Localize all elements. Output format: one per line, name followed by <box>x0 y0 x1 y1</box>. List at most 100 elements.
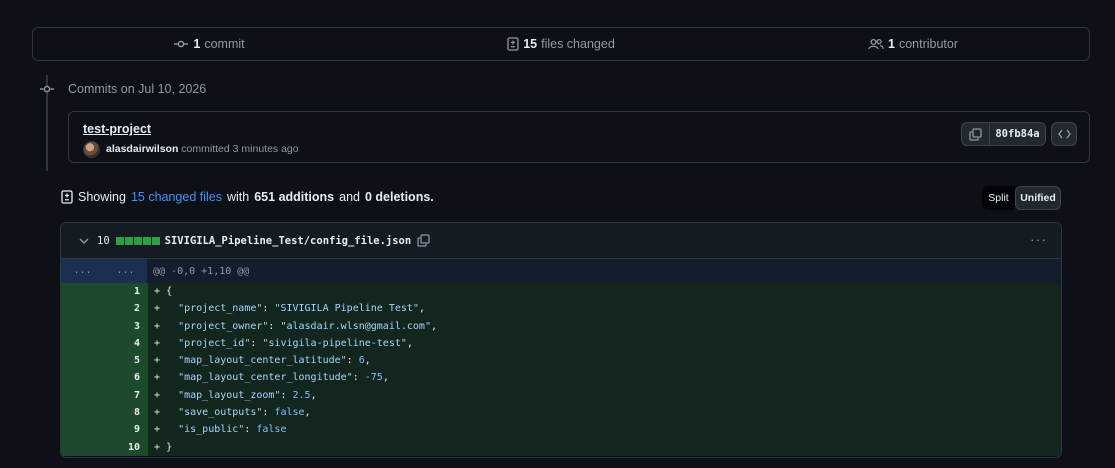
json-value: false <box>274 407 305 419</box>
expand-hunk-new[interactable]: ... <box>104 259 147 283</box>
code-line: + "project_id": "sivigila-pipeline-test"… <box>148 335 413 352</box>
deletions-count: 0 deletions. <box>364 190 434 204</box>
copy-sha-button[interactable] <box>961 122 989 146</box>
addition-marker: + <box>154 424 161 436</box>
compare-summary-bar: 1 commit 15 files changed 1 contributor <box>32 27 1090 61</box>
old-line-number <box>61 386 104 405</box>
json-separator: : <box>268 320 281 332</box>
new-line-number[interactable]: 2 <box>104 300 148 318</box>
json-value: "alasdair.wlsn@gmail.com" <box>280 320 431 332</box>
json-key: "project_id" <box>178 337 251 349</box>
hunk-header-row: ... ... @@ -0,0 +1,10 @@ <box>61 259 1061 283</box>
json-separator: : <box>262 303 275 315</box>
json-key: "is_public" <box>178 424 245 436</box>
new-line-number[interactable]: 5 <box>104 352 148 370</box>
expand-hunk-old[interactable]: ... <box>61 259 104 283</box>
commit-time-text: committed 3 minutes ago <box>181 143 299 155</box>
json-key: "map_layout_zoom" <box>178 389 281 401</box>
json-value: "SIVIGILA Pipeline Test" <box>274 303 419 315</box>
json-separator: : <box>244 424 257 436</box>
old-line-number <box>61 369 104 387</box>
and-text: and <box>339 190 360 204</box>
kebab-menu-icon[interactable]: ··· <box>1030 231 1047 247</box>
browse-code-button[interactable] <box>1051 122 1077 146</box>
addition-marker: + <box>154 320 161 332</box>
new-line-number[interactable]: 1 <box>104 283 148 301</box>
old-line-number <box>61 317 104 335</box>
new-line-number[interactable]: 8 <box>104 404 148 422</box>
new-line-number[interactable]: 4 <box>104 334 148 353</box>
json-tail: , <box>418 303 425 315</box>
copy-icon[interactable] <box>417 234 430 247</box>
additions-count: 651 additions <box>254 190 335 204</box>
addition-marker: + <box>154 372 161 384</box>
file-diff-header: 10 SIVIGILA_Pipeline_Test/config_file.js… <box>61 223 1061 259</box>
new-line-number[interactable]: 3 <box>104 317 148 335</box>
addition-marker: + <box>154 337 161 349</box>
file-changes-count: 10 <box>97 234 110 247</box>
changed-files-link[interactable]: 15 changed files <box>131 190 222 204</box>
diff-line: 7 + "map_layout_zoom": 2.5, <box>61 386 1061 405</box>
diff-line: 1 + { <box>61 283 1061 301</box>
files-changed-summary[interactable]: 15 files changed <box>385 37 737 51</box>
json-key: "save_outputs" <box>178 407 263 419</box>
commit-sha-button[interactable]: 80fb84a <box>989 122 1046 146</box>
commits-count: 1 <box>193 37 201 51</box>
diff-stats-summary: Showing 15 changed files with 651 additi… <box>61 190 434 204</box>
contributors-count: 1 <box>887 37 895 51</box>
new-line-number[interactable]: 9 <box>104 421 148 439</box>
code-line: + "project_owner": "alasdair.wlsn@gmail.… <box>148 318 437 335</box>
json-value: false <box>256 424 287 436</box>
code-line: + "map_layout_center_longitude": -75, <box>148 369 389 386</box>
json-separator: : <box>346 355 359 367</box>
code-line: + "is_public": false <box>148 421 286 438</box>
json-tail: , <box>382 372 389 384</box>
addition-marker: + <box>154 355 161 367</box>
commit-title-link[interactable]: test-project <box>83 122 151 136</box>
json-key: "map_layout_center_latitude" <box>178 355 347 367</box>
copy-icon <box>969 127 982 141</box>
author-name-link[interactable]: alasdairwilson <box>106 143 178 155</box>
json-value: -75 <box>364 372 383 384</box>
commit-card: test-project alasdairwilson committed 3 … <box>68 111 1090 163</box>
file-path-link[interactable]: SIVIGILA_Pipeline_Test/config_file.json <box>165 235 412 247</box>
author-avatar[interactable] <box>83 141 100 158</box>
code-line: + "project_name": "SIVIGILA Pipeline Tes… <box>148 300 425 317</box>
diff-line: 2 + "project_name": "SIVIGILA Pipeline Te… <box>61 300 1061 318</box>
json-separator: : <box>352 372 365 384</box>
file-diff-icon <box>507 37 519 51</box>
unified-view-button[interactable]: Unified <box>1015 186 1061 210</box>
addition-marker: + <box>154 407 161 419</box>
old-line-number <box>61 438 104 456</box>
file-diff-icon <box>61 190 73 204</box>
json-tail: , <box>406 337 413 349</box>
new-line-number[interactable]: 6 <box>104 369 148 387</box>
new-line-number[interactable]: 10 <box>104 438 148 456</box>
code-line: + } <box>148 439 172 456</box>
split-view-button[interactable]: Split <box>982 186 1015 210</box>
diff-line: 4 + "project_id": "sivigila-pipeline-test… <box>61 334 1061 353</box>
json-value: 2.5 <box>292 389 311 401</box>
new-line-number[interactable]: 7 <box>104 386 148 405</box>
showing-prefix: Showing <box>78 190 126 204</box>
diffstat-bars <box>115 236 160 245</box>
old-line-number <box>61 300 104 318</box>
diff-line: 10 + } <box>61 438 1061 456</box>
contributors-summary[interactable]: 1 contributor <box>737 37 1089 51</box>
timeline-commit-icon <box>40 85 54 93</box>
commits-summary[interactable]: 1 commit <box>33 37 385 51</box>
addition-marker: + <box>154 441 161 453</box>
people-icon <box>868 38 884 50</box>
json-key: "project_owner" <box>178 320 269 332</box>
diff-line: 9 + "is_public": false <box>61 421 1061 439</box>
json-key: "project_name" <box>178 303 263 315</box>
code-text: } <box>166 441 173 453</box>
files-label: files changed <box>541 37 615 51</box>
diff-line: 6 + "map_layout_center_longitude": -75, <box>61 369 1061 387</box>
code-line: + { <box>148 283 172 300</box>
chevron-down-icon[interactable] <box>79 237 89 245</box>
code-text: { <box>166 286 173 297</box>
diff-line: 3 + "project_owner": "alasdair.wlsn@gmail… <box>61 317 1061 335</box>
addition-marker: + <box>154 389 161 401</box>
addition-marker: + <box>154 286 161 297</box>
